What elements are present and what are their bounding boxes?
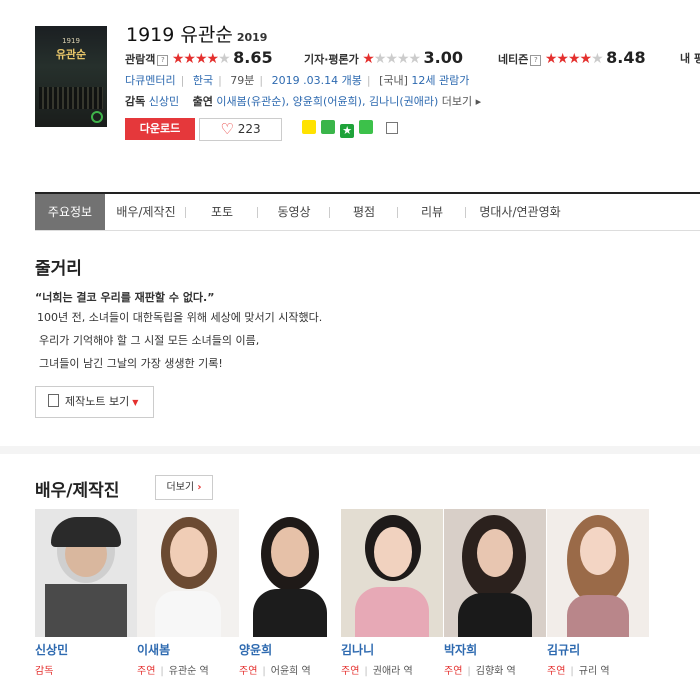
help-icon[interactable]: ? — [157, 55, 169, 66]
kakao-share-icon[interactable] — [302, 120, 316, 134]
movie-title-text: 1919 유관순 — [126, 24, 233, 46]
rating-prefix: [국내] — [379, 74, 408, 87]
help-icon[interactable]: ? — [530, 55, 542, 66]
person-role: 주연 | 유관순 역 — [137, 666, 209, 677]
poster-crowd-art — [39, 87, 103, 109]
person-photo[interactable] — [137, 509, 239, 637]
netizen-rating: 네티즌? ★★★★★ 8.48 — [498, 48, 646, 67]
share-out-icon[interactable] — [386, 122, 399, 134]
tab-video[interactable]: 동영상 — [259, 194, 329, 230]
character-name: 유관순 역 — [168, 666, 209, 677]
line-share-icon[interactable] — [321, 120, 336, 134]
director-link[interactable]: 신상민 — [149, 95, 179, 108]
critic-stars: ★★★★★ — [362, 51, 421, 67]
heart-icon: ♡ — [220, 120, 234, 138]
share-icons: ★ — [302, 119, 399, 138]
tab-cast[interactable]: 배우/제작진 — [107, 194, 185, 230]
synopsis-line: 그녀들이 남긴 그날의 가장 생생한 기록! — [39, 357, 223, 370]
release-date[interactable]: 2019 .03.14 개봉 — [272, 74, 362, 87]
my-rating-label: 내 평 — [680, 52, 700, 65]
audience-score: 8.65 — [233, 48, 273, 67]
movie-title: 1919 유관순 2019 — [126, 20, 267, 47]
person-role: 감독 — [35, 666, 54, 677]
audience-stars: ★★★★★ — [171, 51, 231, 67]
netizen-score: 8.48 — [606, 48, 646, 67]
synopsis-quote: “너희는 결코 우리를 재판할 수 없다.” — [35, 291, 215, 304]
download-button[interactable]: 다운로드 — [125, 118, 195, 140]
chevron-down-icon: ▼ — [132, 398, 139, 407]
my-rating[interactable]: 내 평 — [680, 50, 700, 66]
character-name: 규리 역 — [578, 666, 610, 677]
genre-link[interactable]: 다큐멘터리 — [125, 74, 176, 87]
tab-review[interactable]: 리뷰 — [399, 194, 465, 230]
synopsis-line: 우리가 기억해야 할 그 시절 모든 소녀들의 이름, — [39, 334, 260, 347]
character-name: 김향화 역 — [475, 666, 516, 677]
movie-poster[interactable]: 1919 유관순 — [35, 26, 107, 127]
character-name: 권애라 역 — [372, 666, 413, 677]
age-rating[interactable]: 12세 관람가 — [411, 74, 469, 87]
person-photo[interactable] — [35, 509, 137, 637]
poster-year: 1919 — [62, 37, 80, 45]
like-count: 223 — [237, 122, 261, 136]
like-button[interactable]: ♡ 223 — [199, 118, 282, 141]
director-label: 감독 — [125, 95, 146, 108]
person-role: 주연 | 권애라 역 — [341, 666, 413, 677]
synopsis-heading: 줄거리 — [35, 259, 82, 279]
person-photo[interactable] — [341, 509, 443, 637]
critic-rating: 기자·평론가 ★★★★★ 3.00 — [304, 48, 463, 67]
person-photo[interactable] — [239, 509, 341, 637]
person-name[interactable]: 이새봄 — [137, 641, 170, 658]
cast-label: 출연 — [192, 95, 213, 108]
tab-rating[interactable]: 평점 — [331, 194, 397, 230]
tab-photo[interactable]: 포토 — [187, 194, 257, 230]
tab-quotes[interactable]: 명대사/연관영화 — [467, 194, 573, 230]
zoom-icon[interactable] — [91, 111, 103, 123]
person-photo[interactable] — [444, 509, 546, 637]
critic-score: 3.00 — [423, 48, 464, 67]
person-name[interactable]: 김규리 — [547, 641, 580, 658]
person-role: 주연 | 김향화 역 — [444, 666, 516, 677]
synopsis-line: 100년 전, 소녀들이 대한독립을 위해 세상에 맞서기 시작했다. — [37, 311, 323, 324]
person-photo[interactable] — [547, 509, 649, 637]
person-name[interactable]: 신상민 — [35, 641, 68, 658]
audience-label: 관람객 — [125, 53, 156, 66]
cast-more-button[interactable]: 더보기 › — [155, 475, 213, 500]
critic-label: 기자·평론가 — [304, 53, 359, 66]
document-icon — [48, 394, 59, 407]
section-divider — [0, 446, 700, 454]
band-share-icon[interactable] — [359, 120, 374, 134]
tab-bar: 주요정보 배우/제작진 포토 동영상 평점 리뷰 명대사/연관영화 — [35, 192, 700, 231]
audience-rating: 관람객? ★★★★★ 8.65 — [125, 48, 273, 67]
country-link[interactable]: 한국 — [193, 74, 213, 87]
person-role: 주연 | 규리 역 — [547, 666, 610, 677]
poster-title: 유관순 — [55, 48, 87, 61]
person-name[interactable]: 양윤희 — [239, 641, 272, 658]
netizen-stars: ★★★★★ — [544, 51, 604, 67]
tab-main-info[interactable]: 주요정보 — [35, 194, 105, 230]
runtime: 79분 — [230, 74, 255, 87]
person-role: 주연 | 어윤희 역 — [239, 666, 311, 677]
more-cast-link[interactable]: 더보기 ▸ — [442, 95, 481, 108]
person-name[interactable]: 김나니 — [341, 641, 374, 658]
cast-heading: 배우/제작진 — [35, 481, 120, 501]
character-name: 어윤희 역 — [270, 666, 311, 677]
credits-row: 감독 신상민 출연 이새봄(유관순), 양윤희(어윤희), 김나니(권애라) 더… — [125, 93, 481, 109]
info-row: 다큐멘터리 | 한국 | 79분 | 2019 .03.14 개봉 | [국내] 12세… — [125, 74, 470, 87]
netizen-label: 네티즌 — [498, 53, 529, 66]
chevron-right-icon: › — [197, 482, 202, 493]
production-note-button[interactable]: 제작노트 보기 ▼ — [35, 386, 154, 418]
movie-year: 2019 — [236, 31, 268, 44]
star-share-icon[interactable]: ★ — [340, 124, 355, 138]
person-name[interactable]: 박자희 — [444, 641, 477, 658]
cast-links[interactable]: 이새봄(유관순), 양윤희(어윤희), 김나니(권애라) — [216, 95, 438, 108]
